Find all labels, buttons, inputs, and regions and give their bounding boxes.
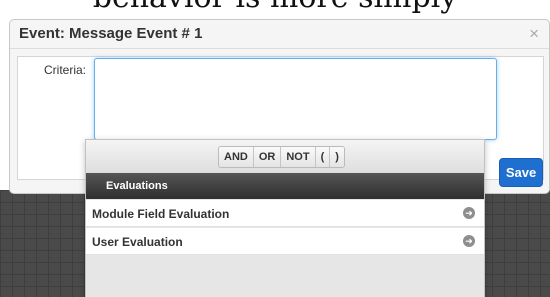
open-paren-button[interactable]: ( bbox=[315, 147, 331, 167]
not-operator-button[interactable]: NOT bbox=[281, 147, 316, 167]
evaluations-section-header: Evaluations bbox=[86, 173, 484, 199]
criteria-input[interactable] bbox=[94, 58, 497, 140]
operator-button-group: AND OR NOT ( ) bbox=[218, 146, 345, 168]
arrow-right-circle-icon: ➜ bbox=[463, 235, 475, 247]
save-button[interactable]: Save bbox=[499, 158, 543, 187]
list-item-label: Module Field Evaluation bbox=[92, 207, 230, 221]
list-item-module-field-evaluation[interactable]: Module Field Evaluation ➜ bbox=[86, 200, 484, 227]
and-operator-button[interactable]: AND bbox=[219, 147, 254, 167]
or-operator-button[interactable]: OR bbox=[253, 147, 282, 167]
arrow-right-circle-icon: ➜ bbox=[463, 207, 475, 219]
close-icon[interactable]: × bbox=[529, 24, 539, 44]
modal-header: Event: Message Event # 1 × bbox=[10, 20, 549, 49]
criteria-builder-dropdown: AND OR NOT ( ) Evaluations Module Field … bbox=[85, 139, 485, 297]
close-paren-button[interactable]: ) bbox=[330, 147, 344, 167]
evaluations-section-label: Evaluations bbox=[106, 180, 168, 192]
operator-toolbar: AND OR NOT ( ) bbox=[86, 140, 484, 174]
list-item-user-evaluation[interactable]: User Evaluation ➜ bbox=[86, 228, 484, 255]
list-item-label: User Evaluation bbox=[92, 235, 183, 249]
modal-title: Event: Message Event # 1 bbox=[19, 25, 203, 42]
caption-text: behavior is more simply bbox=[93, 0, 458, 15]
criteria-label: Criteria: bbox=[44, 63, 87, 77]
